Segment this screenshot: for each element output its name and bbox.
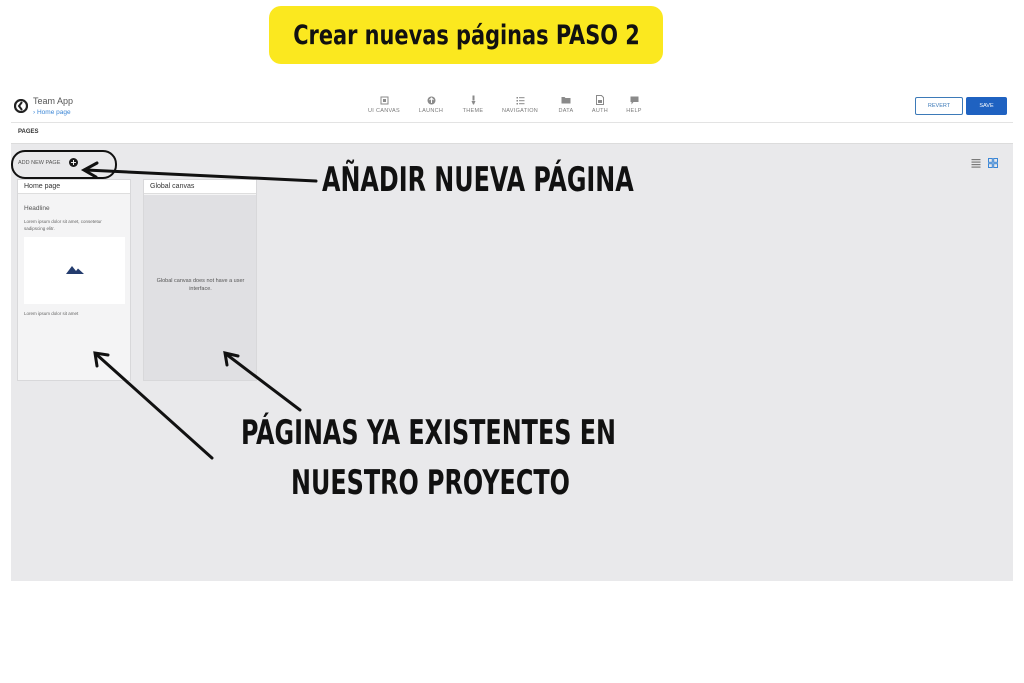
arrow-to-global-card — [224, 352, 302, 412]
arrow-to-add-page — [84, 168, 318, 183]
annotation-existing-pages-line1: PÁGINAS YA EXISTENTES EN — [241, 413, 617, 453]
arrow-to-home-card — [94, 352, 214, 460]
tutorial-screenshot: Crear nuevas páginas PASO 2 Team App › H… — [0, 0, 1024, 683]
annotation-add-page: AÑADIR NUEVA PÁGINA — [322, 160, 634, 200]
annotation-arrows — [80, 161, 318, 460]
annotation-existing-pages-line2: NUESTRO PROYECTO — [291, 463, 570, 503]
